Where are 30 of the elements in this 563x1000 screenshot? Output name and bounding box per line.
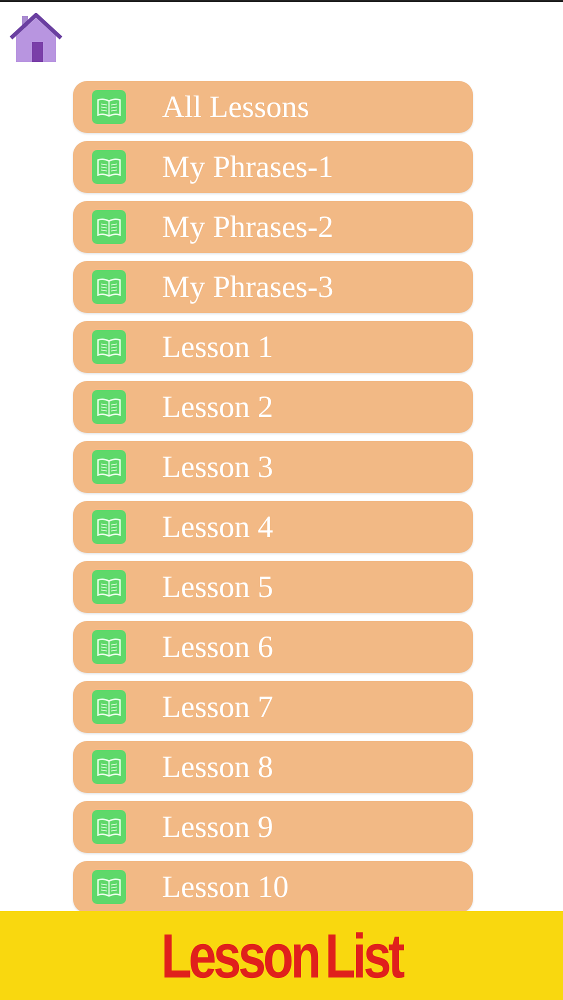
- book-icon: [92, 810, 126, 844]
- lesson-item[interactable]: My Phrases-2: [73, 201, 473, 253]
- lesson-item[interactable]: Lesson 3: [73, 441, 473, 493]
- home-icon[interactable]: [8, 10, 64, 64]
- book-icon: [92, 750, 126, 784]
- lesson-item[interactable]: Lesson 6: [73, 621, 473, 673]
- book-icon: [92, 150, 126, 184]
- lesson-item[interactable]: All Lessons: [73, 81, 473, 133]
- lesson-item[interactable]: My Phrases-1: [73, 141, 473, 193]
- book-icon: [92, 450, 126, 484]
- book-icon: [92, 90, 126, 124]
- screen-title: Lesson List: [161, 920, 402, 992]
- book-icon: [92, 270, 126, 304]
- lesson-item[interactable]: Lesson 7: [73, 681, 473, 733]
- lesson-item[interactable]: Lesson 2: [73, 381, 473, 433]
- book-icon: [92, 210, 126, 244]
- lesson-item[interactable]: Lesson 5: [73, 561, 473, 613]
- lesson-item[interactable]: Lesson 10: [73, 861, 473, 911]
- book-icon: [92, 870, 126, 904]
- lesson-item[interactable]: Lesson 9: [73, 801, 473, 853]
- book-icon: [92, 570, 126, 604]
- lesson-item[interactable]: Lesson 8: [73, 741, 473, 793]
- lesson-item[interactable]: My Phrases-3: [73, 261, 473, 313]
- book-icon: [92, 330, 126, 364]
- book-icon: [92, 630, 126, 664]
- book-icon: [92, 510, 126, 544]
- lesson-item[interactable]: Lesson 1: [73, 321, 473, 373]
- book-icon: [92, 690, 126, 724]
- book-icon: [92, 390, 126, 424]
- lesson-item[interactable]: Lesson 4: [73, 501, 473, 553]
